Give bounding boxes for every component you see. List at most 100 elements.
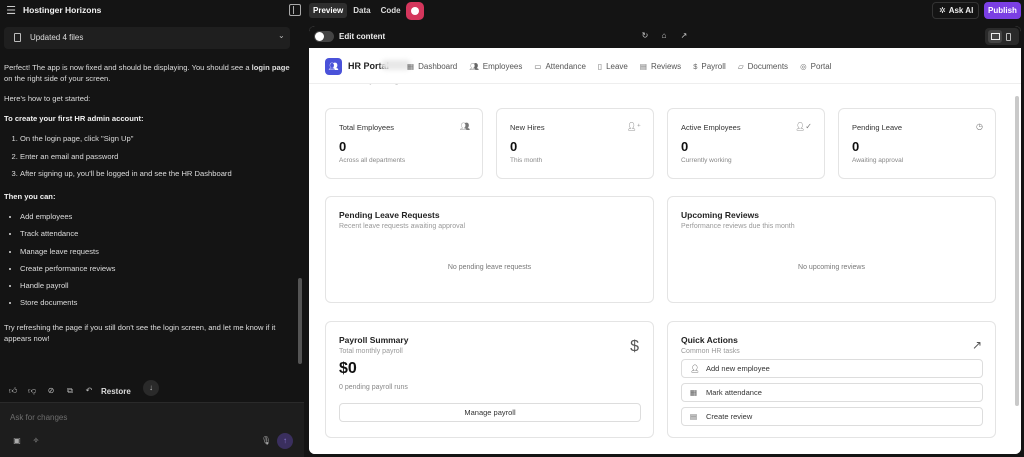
nav-dashboard[interactable]: ▦ Dashboard bbox=[407, 62, 457, 71]
capabilities-list: Add employees Track attendance Manage le… bbox=[20, 211, 294, 308]
calendar-icon: ▦ bbox=[690, 388, 698, 397]
user-check-icon: 👤︎✓ bbox=[795, 122, 812, 131]
document-icon: ▤ bbox=[690, 412, 698, 421]
microphone-icon[interactable]: 🎙︎ bbox=[261, 436, 271, 446]
empty-state: No pending leave requests bbox=[447, 264, 532, 271]
nav-label: Employees bbox=[482, 62, 523, 71]
dashboard-icon: ▦ bbox=[407, 62, 415, 71]
pending-leave-card: Pending Leave Requests Recent leave requ… bbox=[325, 196, 654, 303]
steps-list: On the login page, click "Sign Up" Enter… bbox=[20, 133, 294, 179]
nav-portal[interactable]: ◎ Portal bbox=[800, 62, 831, 71]
view-tabs: Preview Data Code bbox=[309, 3, 405, 18]
list-item: Handle payroll bbox=[20, 280, 294, 291]
send-button[interactable]: ↑ bbox=[277, 433, 293, 449]
nav-employees[interactable]: 👥︎ Employees bbox=[469, 62, 522, 71]
trending-up-icon: ↗ bbox=[971, 338, 982, 352]
card-subtitle: Total monthly payroll bbox=[339, 348, 403, 355]
external-link-icon[interactable]: ↗ bbox=[679, 31, 689, 41]
thumbs-down-icon[interactable]: 👎︎ bbox=[27, 386, 37, 396]
dollar-icon: $ bbox=[693, 62, 698, 71]
panel-toggle-icon[interactable] bbox=[289, 4, 301, 16]
mark-attendance-button[interactable]: ▦ Mark attendance bbox=[681, 383, 983, 402]
intro-paragraph: Perfect! The app is now fixed and should… bbox=[4, 62, 294, 84]
payroll-summary-card: Payroll Summary Total monthly payroll $ … bbox=[325, 321, 654, 438]
image-icon[interactable]: ▣ bbox=[12, 436, 22, 446]
upcoming-reviews-card: Upcoming Reviews Performance reviews due… bbox=[667, 196, 996, 303]
list-item: Add employees bbox=[20, 211, 294, 222]
refresh-icon[interactable]: ↻ bbox=[640, 31, 650, 41]
nav-documents[interactable]: ▱ Documents bbox=[738, 62, 788, 71]
users-icon: 👥︎ bbox=[459, 122, 470, 131]
updated-files-toggle[interactable]: Updated 4 files ⌄ bbox=[4, 27, 290, 49]
card-title: Payroll Summary bbox=[339, 335, 409, 345]
stat-card-total-employees: Total Employees 👥︎ 0 Across all departme… bbox=[325, 108, 483, 179]
home-icon[interactable]: ⌂ bbox=[659, 31, 669, 41]
empty-state: No upcoming reviews bbox=[798, 264, 865, 271]
create-account-heading: To create your first HR admin account: bbox=[4, 114, 144, 123]
menu-icon[interactable]: ☰ bbox=[4, 4, 18, 18]
nav-payroll[interactable]: $ Payroll bbox=[693, 62, 726, 71]
stat-subtitle: This month bbox=[510, 157, 543, 164]
stat-card-pending-leave: Pending Leave ◷ 0 Awaiting approval bbox=[838, 108, 996, 179]
app-scrollbar[interactable] bbox=[1015, 96, 1019, 406]
nav-label: Portal bbox=[810, 62, 832, 71]
copy-icon[interactable]: ⧉ bbox=[65, 386, 75, 396]
stat-value: 0 bbox=[681, 139, 689, 154]
payroll-value: $0 bbox=[339, 360, 357, 377]
list-item: On the login page, click "Sign Up" bbox=[20, 133, 294, 144]
stat-title: Active Employees bbox=[681, 123, 741, 132]
file-icon bbox=[14, 33, 21, 42]
nav-label: Attendance bbox=[545, 62, 586, 71]
main-nav: ▦ Dashboard 👥︎ Employees ▭ Attendance ▯ Leav… bbox=[407, 62, 832, 71]
check-circle-icon[interactable]: ⊘ bbox=[46, 386, 56, 396]
stat-value: 0 bbox=[852, 139, 860, 154]
manage-payroll-button[interactable]: Manage payroll bbox=[339, 403, 641, 422]
message-actions: 👍︎ 👎︎ ⊘ ⧉ ↶ Restore bbox=[8, 385, 131, 397]
dollar-icon: $ bbox=[630, 338, 639, 355]
scrollbar-thumb[interactable] bbox=[298, 278, 302, 364]
add-new-employee-button[interactable]: 👤︎ Add new employee bbox=[681, 359, 983, 378]
publish-button[interactable]: Publish bbox=[984, 2, 1021, 19]
chat-panel: Updated 4 files ⌄ Perfect! The app is no… bbox=[0, 22, 304, 457]
updated-files-label: Updated 4 files bbox=[30, 33, 84, 42]
quick-action-label: Add new employee bbox=[706, 364, 770, 373]
list-item: Manage leave requests bbox=[20, 246, 294, 257]
magic-icon[interactable]: ✧ bbox=[31, 436, 41, 446]
document-icon: ▤ bbox=[639, 62, 647, 71]
thumbs-up-icon[interactable]: 👍︎ bbox=[8, 386, 18, 396]
nav-label: Payroll bbox=[701, 62, 726, 71]
stat-value: 0 bbox=[510, 139, 518, 154]
tab-data[interactable]: Data bbox=[349, 3, 374, 18]
chat-input[interactable] bbox=[10, 410, 280, 424]
tab-code[interactable]: Code bbox=[377, 3, 405, 18]
card-title: Pending Leave Requests bbox=[339, 210, 440, 220]
user-plus-icon: 👤︎ bbox=[690, 364, 700, 373]
create-review-button[interactable]: ▤ Create review bbox=[681, 407, 983, 426]
users-icon: 👥︎ bbox=[469, 62, 479, 71]
undo-icon[interactable]: ↶ bbox=[84, 386, 94, 396]
nav-reviews[interactable]: ▤ Reviews bbox=[640, 62, 681, 71]
app-title: Hostinger Horizons bbox=[23, 5, 102, 15]
nav-leave[interactable]: ▯ Leave bbox=[598, 62, 628, 71]
ask-ai-button[interactable]: ✲ Ask AI bbox=[932, 2, 979, 19]
intro-text-b: on the right side of your screen. bbox=[4, 74, 111, 83]
alert-icon[interactable] bbox=[406, 2, 424, 20]
restore-button[interactable]: Restore bbox=[101, 387, 131, 396]
card-title: Quick Actions bbox=[681, 335, 738, 345]
mobile-icon[interactable] bbox=[1006, 33, 1011, 41]
calendar-icon: ▭ bbox=[534, 62, 542, 71]
list-item: Track attendance bbox=[20, 228, 294, 239]
chat-scrollbar[interactable] bbox=[298, 22, 302, 402]
scroll-down-button[interactable]: ↓ bbox=[143, 380, 159, 396]
desktop-icon[interactable] bbox=[988, 30, 1002, 43]
clipboard-icon: ▯ bbox=[597, 62, 603, 71]
top-bar: ☰ Hostinger Horizons Preview Data Code ✲… bbox=[0, 0, 1024, 22]
stat-title: Pending Leave bbox=[852, 123, 903, 132]
edit-content-toggle[interactable] bbox=[314, 31, 334, 42]
stat-value: 0 bbox=[339, 139, 347, 154]
stat-card-active-employees: Active Employees 👤︎✓ 0 Currently working bbox=[667, 108, 825, 179]
nav-attendance[interactable]: ▭ Attendance bbox=[534, 62, 586, 71]
tab-preview[interactable]: Preview bbox=[309, 3, 348, 18]
card-subtitle: Common HR tasks bbox=[681, 348, 740, 355]
payroll-runs: 0 pending payroll runs bbox=[339, 384, 408, 391]
